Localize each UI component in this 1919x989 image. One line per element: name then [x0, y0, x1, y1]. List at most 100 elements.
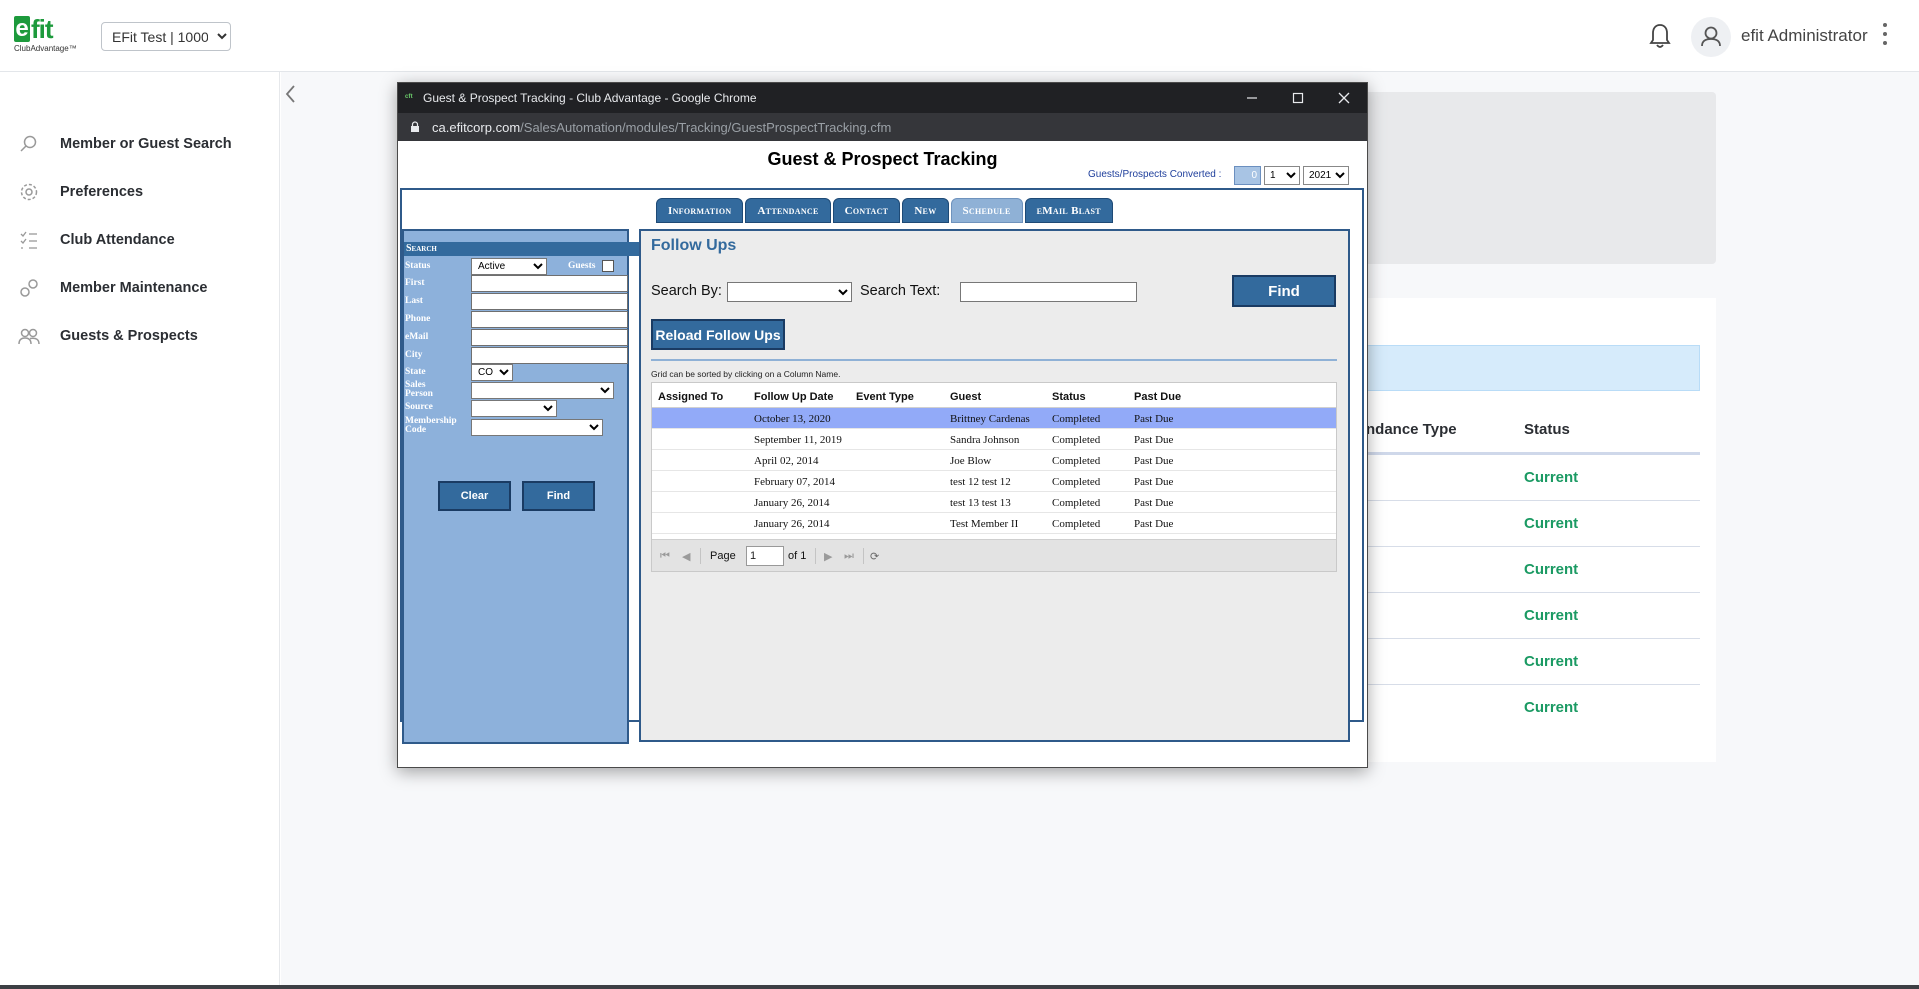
- search-find-button[interactable]: Find: [522, 481, 595, 511]
- table-row[interactable]: April 02, 2014 Joe Blow Completed Past D…: [652, 450, 1336, 471]
- table-row[interactable]: October 13, 2020 Brittney Cardenas Compl…: [652, 408, 1336, 429]
- window-title-bar[interactable]: ᶜᶠᵗ Guest & Prospect Tracking - Club Adv…: [398, 83, 1367, 113]
- followups-grid: Assigned To Follow Up Date Event Type Gu…: [651, 382, 1337, 572]
- table-row[interactable]: January 26, 2014 Test Member II Complete…: [652, 513, 1336, 534]
- last-name-field[interactable]: [471, 293, 628, 310]
- table-row[interactable]: September 11, 2019 Sandra Johnson Comple…: [652, 429, 1336, 450]
- status-select[interactable]: Active: [471, 258, 547, 275]
- tab-schedule[interactable]: Schedule: [950, 198, 1023, 223]
- window-title: Guest & Prospect Tracking - Club Advanta…: [423, 91, 757, 105]
- cell-status: Completed: [1052, 476, 1101, 488]
- grid-sort-hint: Grid can be sorted by clicking on a Colu…: [651, 369, 841, 379]
- search-by-label: Search By:: [651, 283, 722, 299]
- address-bar[interactable]: ca.efitcorp.com/SalesAutomation/modules/…: [398, 113, 1367, 141]
- source-select[interactable]: [471, 400, 557, 417]
- popup-window: ᶜᶠᵗ Guest & Prospect Tracking - Club Adv…: [397, 82, 1368, 768]
- close-button[interactable]: [1321, 83, 1367, 113]
- state-select[interactable]: CO: [471, 364, 513, 381]
- sidebar-item-preferences[interactable]: Preferences: [18, 178, 143, 206]
- first-name-label: First: [405, 278, 425, 288]
- column-header-status[interactable]: Status: [1524, 421, 1570, 438]
- status-value: Current: [1524, 561, 1579, 578]
- cell-past-due: Past Due: [1134, 434, 1174, 446]
- guests-checkbox[interactable]: [602, 260, 614, 272]
- page-title: Guest & Prospect Tracking: [767, 149, 998, 169]
- cell-past-due: Past Due: [1134, 413, 1174, 425]
- column-header-guest[interactable]: Guest: [950, 391, 981, 403]
- cell-past-due: Past Due: [1134, 497, 1174, 509]
- cell-guest: Test Member II: [950, 518, 1019, 530]
- sidebar-item-label: Club Attendance: [60, 232, 175, 248]
- prev-page-icon[interactable]: ◀: [682, 550, 690, 563]
- column-header-status[interactable]: Status: [1052, 391, 1086, 403]
- table-row: Current: [1366, 455, 1700, 501]
- tab-email-blast[interactable]: eMail Blast: [1024, 198, 1113, 223]
- sidebar-item-label: Member or Guest Search: [60, 136, 232, 152]
- reload-followups-button[interactable]: Reload Follow Ups: [651, 319, 785, 350]
- table-row[interactable]: January 26, 2014 test 13 test 13 Complet…: [652, 492, 1336, 513]
- avatar[interactable]: [1691, 17, 1731, 57]
- search-text-label: Search Text:: [860, 283, 941, 299]
- refresh-icon[interactable]: ⟳: [870, 550, 879, 563]
- table-row: Current: [1366, 639, 1700, 685]
- source-label: Source: [405, 402, 433, 412]
- email-label: eMail: [405, 332, 429, 342]
- tab-information[interactable]: Information: [656, 198, 744, 223]
- minimize-button[interactable]: [1229, 83, 1275, 113]
- column-header-past-due[interactable]: Past Due: [1134, 391, 1181, 403]
- sidebar-item-member-search[interactable]: Member or Guest Search: [18, 130, 232, 158]
- last-page-icon[interactable]: ⏭: [844, 550, 854, 563]
- column-header-event-type[interactable]: Event Type: [856, 391, 914, 403]
- sales-label-line2: Person: [405, 389, 433, 399]
- maximize-button[interactable]: [1275, 83, 1321, 113]
- sales-person-select[interactable]: [471, 382, 614, 399]
- phone-field[interactable]: [471, 311, 628, 328]
- next-page-icon[interactable]: ▶: [824, 550, 832, 563]
- sidebar-item-guests-prospects[interactable]: Guests & Prospects: [18, 322, 198, 350]
- cell-status: Completed: [1052, 434, 1101, 446]
- table-row[interactable]: February 07, 2014 test 12 test 12 Comple…: [652, 471, 1336, 492]
- tab-new[interactable]: New: [902, 198, 949, 223]
- efit-logo[interactable]: e fit ClubAdvantage™: [14, 16, 86, 56]
- search-text-input[interactable]: [960, 282, 1137, 302]
- cell-guest: Brittney Cardenas: [950, 413, 1030, 425]
- pager-divider: [815, 548, 816, 564]
- first-page-icon[interactable]: ⏮: [660, 550, 670, 563]
- membership-code-select[interactable]: [471, 419, 603, 436]
- first-name-field[interactable]: [471, 275, 628, 292]
- clear-button[interactable]: Clear: [438, 481, 511, 511]
- link-icon: [20, 279, 38, 297]
- search-by-select[interactable]: [727, 282, 852, 302]
- column-header-attendance-type[interactable]: ndance Type: [1366, 421, 1457, 438]
- table-row: Current: [1366, 501, 1700, 547]
- city-field[interactable]: [471, 347, 628, 364]
- column-header-assigned-to[interactable]: Assigned To: [658, 391, 723, 403]
- status-value: Current: [1524, 469, 1579, 486]
- membership-code-label: Membership Code: [405, 416, 457, 435]
- chevron-left-icon[interactable]: [281, 82, 301, 106]
- user-icon: [1701, 26, 1721, 47]
- tab-attendance[interactable]: Attendance: [745, 198, 831, 223]
- cell-date: October 13, 2020: [754, 413, 831, 425]
- search-icon: [20, 135, 37, 152]
- url-host: ca.efitcorp.com: [432, 120, 521, 135]
- sidebar-item-member-maintenance[interactable]: Member Maintenance: [18, 274, 207, 302]
- gear-icon: [20, 183, 38, 201]
- email-field[interactable]: [471, 329, 628, 346]
- user-name[interactable]: efit Administrator: [1741, 26, 1868, 46]
- converted-count: 0: [1234, 166, 1261, 185]
- month-select[interactable]: 1: [1264, 166, 1300, 185]
- column-header-follow-up-date[interactable]: Follow Up Date: [754, 391, 833, 403]
- year-select[interactable]: 2021: [1303, 166, 1349, 185]
- more-vertical-icon[interactable]: [1880, 20, 1890, 52]
- bell-icon[interactable]: [1648, 22, 1672, 50]
- logo-subtitle: ClubAdvantage™: [14, 44, 77, 53]
- followups-find-button[interactable]: Find: [1232, 275, 1336, 307]
- followups-panel: Follow Ups Search By: Search Text: Find …: [639, 229, 1350, 742]
- city-label: City: [405, 350, 423, 360]
- club-select[interactable]: EFit Test | 1000: [101, 22, 231, 51]
- page-number-input[interactable]: 1: [746, 546, 784, 566]
- tab-contact[interactable]: Contact: [832, 198, 901, 223]
- sidebar-item-club-attendance[interactable]: Club Attendance: [18, 226, 175, 254]
- converted-label: Guests/Prospects Converted :: [1088, 169, 1222, 180]
